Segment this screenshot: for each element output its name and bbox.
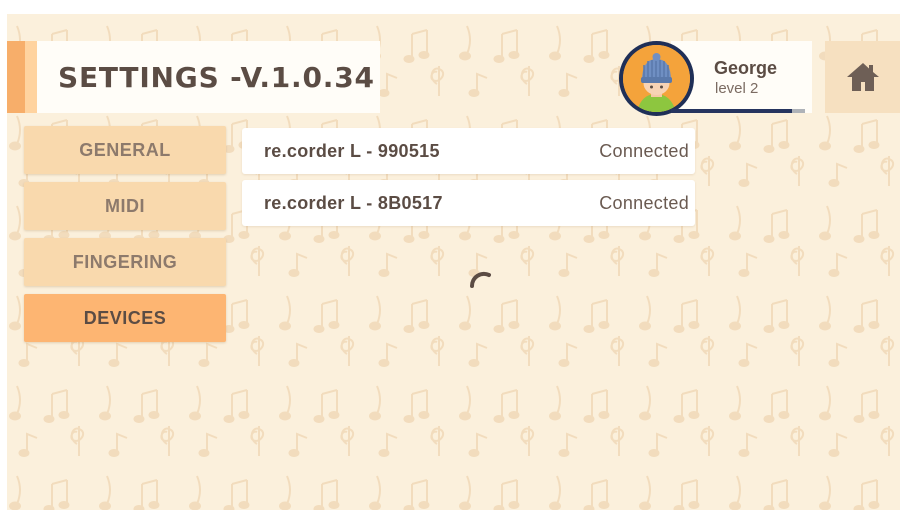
user-level: level 2 xyxy=(715,80,759,97)
loading-spinner-icon xyxy=(469,271,491,288)
avatar[interactable] xyxy=(619,41,694,116)
title-accent-bar xyxy=(7,41,37,113)
tab-label: GENERAL xyxy=(79,139,171,160)
tab-general[interactable]: GENERAL xyxy=(24,126,226,174)
home-icon xyxy=(846,63,879,91)
device-status: Connected xyxy=(599,140,689,161)
device-row[interactable]: re.corder L - 990515 Connected xyxy=(242,128,695,174)
tab-label: MIDI xyxy=(105,195,145,216)
avatar-beanie-icon xyxy=(623,45,690,112)
device-name: re.corder L - 8B0517 xyxy=(264,192,443,213)
xp-progress-bar xyxy=(671,109,805,113)
user-name: George xyxy=(714,58,778,78)
tab-midi[interactable]: MIDI xyxy=(24,182,226,230)
tab-devices[interactable]: DEVICES xyxy=(24,294,226,342)
home-button[interactable] xyxy=(825,41,900,113)
tab-label: FINGERING xyxy=(72,251,178,272)
device-row[interactable]: re.corder L - 8B0517 Connected xyxy=(242,180,695,226)
tab-label: DEVICES xyxy=(83,307,167,328)
settings-screen: SETTINGS -V.1.0.34 George level 2 GENERA… xyxy=(7,14,900,510)
device-name: re.corder L - 990515 xyxy=(264,140,440,161)
page-title: SETTINGS -V.1.0.34 xyxy=(58,60,375,94)
title-panel: SETTINGS -V.1.0.34 xyxy=(37,41,380,113)
xp-progress-fill xyxy=(671,109,792,113)
device-status: Connected xyxy=(599,192,689,213)
tab-fingering[interactable]: FINGERING xyxy=(24,238,226,286)
